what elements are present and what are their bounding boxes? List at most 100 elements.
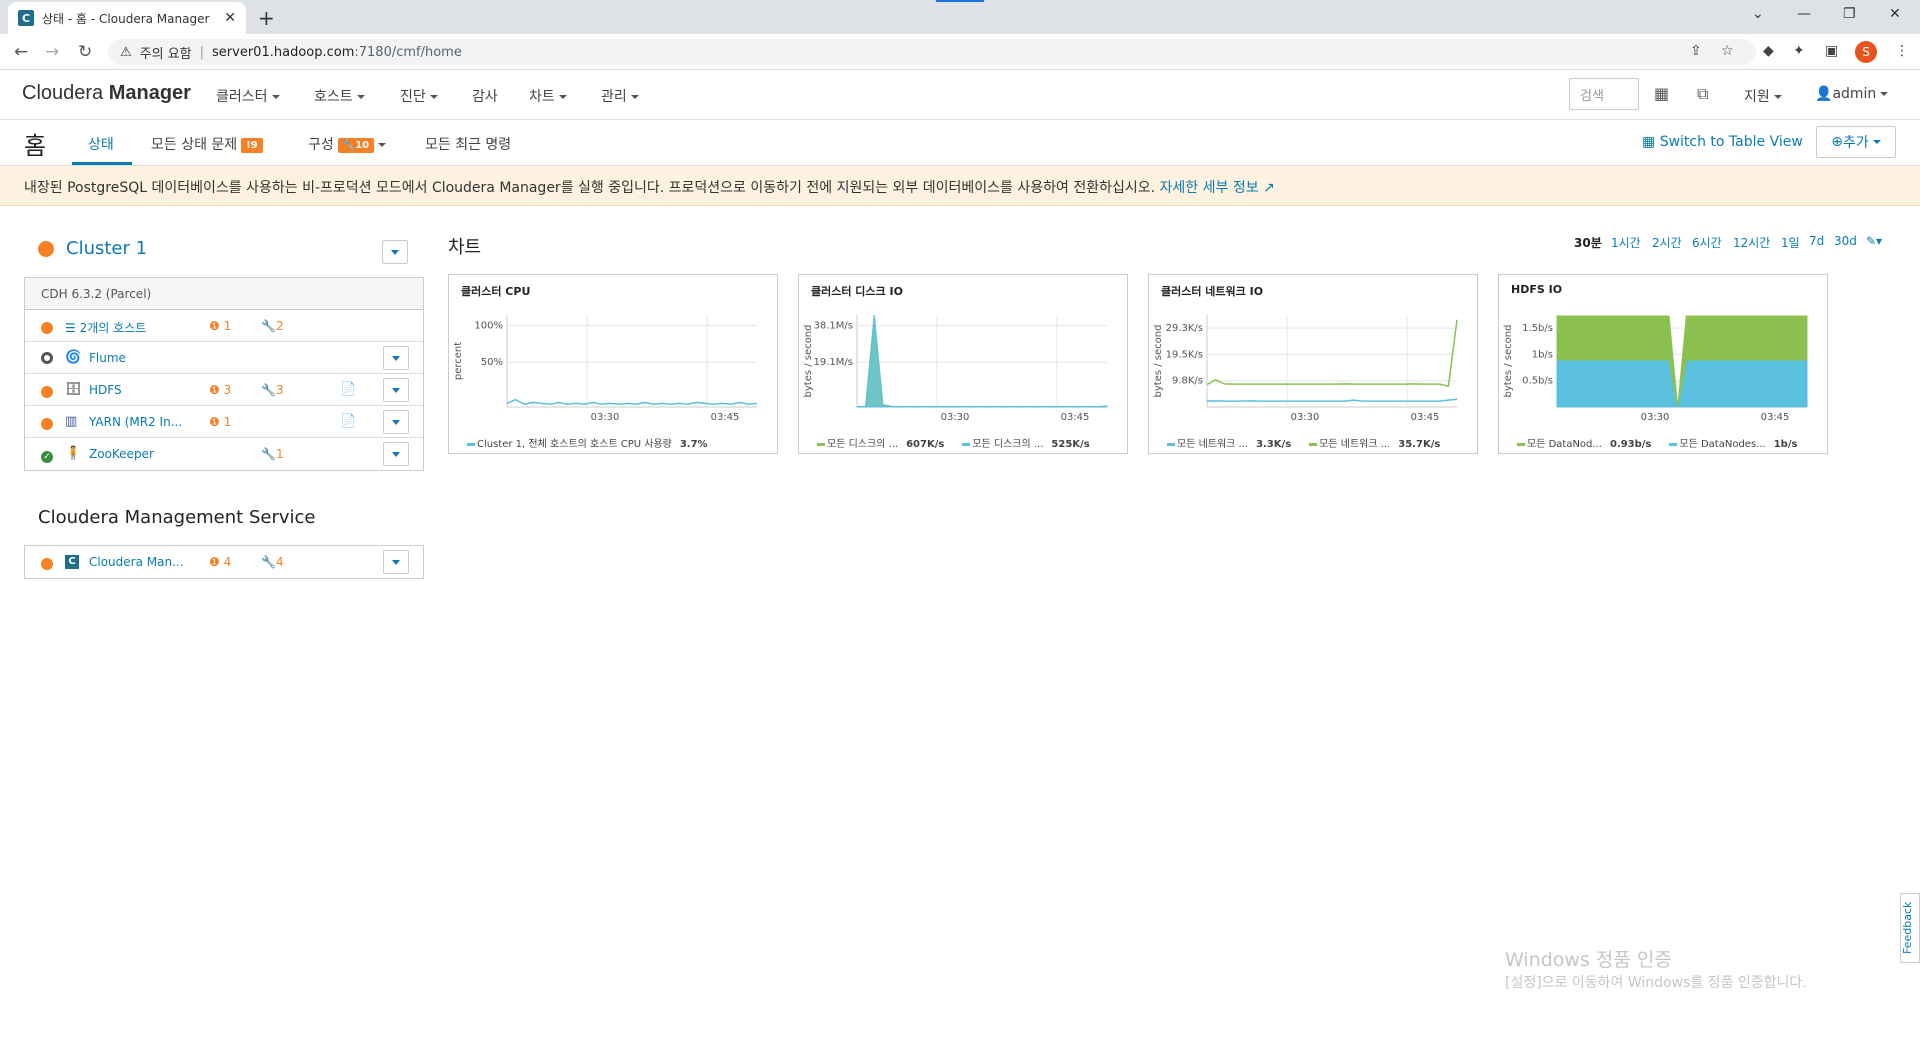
edit-charts-icon[interactable]: ✎▾ xyxy=(1866,234,1882,248)
chart-hdfs-io[interactable]: HDFS IO 03:30 03:45 1.5b/s 1b/s 0.5b/s bytes … xyxy=(1498,274,1828,454)
running-commands-icon[interactable]: ⧉ xyxy=(1697,84,1708,104)
legend-item[interactable]: 모든 DataNod... 0.93b/s xyxy=(1517,439,1651,450)
hdfs-actions-button[interactable] xyxy=(383,378,409,402)
add-button[interactable]: ⊕ 추가 xyxy=(1816,126,1896,158)
alert-count: 4 xyxy=(223,555,232,569)
chart-legend: 모든 디스크의 ... 607K/s 모든 디스크의 ... 525K/s xyxy=(799,435,1129,450)
legend-item[interactable]: 모든 DataNodes... 1b/s xyxy=(1669,439,1797,450)
zookeeper-link[interactable]: ZooKeeper xyxy=(89,447,154,461)
yarn-link[interactable]: YARN (MR2 In... xyxy=(89,415,182,429)
chevron-down-icon xyxy=(558,95,567,99)
zookeeper-actions-button[interactable] xyxy=(383,442,409,466)
extension-icon[interactable]: ◆ xyxy=(1763,43,1774,59)
config-issue-count[interactable]: 🔧1 xyxy=(261,447,284,461)
range-1d[interactable]: 1일 xyxy=(1781,234,1800,251)
range-30m[interactable]: 30분 xyxy=(1574,234,1602,251)
bookmark-star-icon[interactable]: ☆ xyxy=(1721,43,1734,59)
feedback-tab[interactable]: Feedback xyxy=(1900,893,1920,963)
cloudera-manager-logo[interactable]: Cloudera Manager xyxy=(22,82,191,105)
legend-swatch xyxy=(1669,442,1678,446)
legend-item[interactable]: 모든 디스크의 ... 525K/s xyxy=(962,439,1090,450)
browser-menu-icon[interactable]: ⋮ xyxy=(1895,43,1909,59)
cluster-actions-button[interactable] xyxy=(382,240,408,264)
browser-tab[interactable]: C 상태 - 홈 - Cloudera Manager ✕ xyxy=(8,2,246,34)
hdfs-link[interactable]: HDFS xyxy=(89,383,122,397)
puzzle-icon[interactable]: ✦ xyxy=(1793,43,1805,59)
tab-search-icon[interactable]: ⌄ xyxy=(1752,6,1764,22)
range-2h[interactable]: 2시간 xyxy=(1652,234,1682,251)
x-tick-label: 03:45 xyxy=(1061,412,1090,423)
browser-tabbar: C 상태 - 홈 - Cloudera Manager ✕ + ⌄ — ❐ ✕ xyxy=(0,0,1920,34)
side-panel-icon[interactable]: ▣ xyxy=(1825,43,1838,59)
status-warning-icon xyxy=(41,384,53,398)
hosts-label: 2개의 호스트 xyxy=(79,321,147,335)
series-line xyxy=(506,398,758,406)
switch-table-view-label: Switch to Table View xyxy=(1659,134,1803,150)
health-alert-count[interactable]: ❶ 4 xyxy=(209,555,231,569)
reload-icon[interactable]: ↻ xyxy=(78,42,92,62)
forward-icon[interactable]: → xyxy=(45,42,59,62)
chart-cluster-disk-io[interactable]: 클러스터 디스크 IO 03:30 03:45 38.1M/s 19.1M/s byte… xyxy=(798,274,1128,454)
cloudera-mgmt-link[interactable]: Cloudera Man... xyxy=(89,555,184,569)
config-issue-count[interactable]: 🔧3 xyxy=(261,383,284,397)
yarn-actions-button[interactable] xyxy=(383,410,409,434)
tab-all-issues-label: 모든 상태 문제 xyxy=(151,137,238,153)
menu-user[interactable]: 👤admin xyxy=(1815,86,1889,102)
menu-hosts-label: 호스트 xyxy=(314,89,353,105)
range-7d[interactable]: 7d xyxy=(1809,234,1824,248)
switch-table-view-link[interactable]: ▦ Switch to Table View xyxy=(1642,134,1803,150)
flume-actions-button[interactable] xyxy=(383,346,409,370)
menu-hosts[interactable]: 호스트 xyxy=(314,86,365,106)
stale-config-icon[interactable]: 📄 xyxy=(340,414,356,429)
legend-item[interactable]: 모든 디스크의 ... 607K/s xyxy=(817,439,944,450)
tab-config[interactable]: 구성 🔧10 xyxy=(308,134,387,154)
menu-clusters[interactable]: 클러스터 xyxy=(216,86,280,106)
x-tick-label: 03:30 xyxy=(591,412,620,423)
restore-icon[interactable]: ❐ xyxy=(1843,6,1856,22)
chart-plot: 03:30 03:45 38.1M/s 19.1M/sbytes / second xyxy=(803,314,1108,423)
back-icon[interactable]: ← xyxy=(14,42,28,62)
menu-audit[interactable]: 감사 xyxy=(472,86,498,106)
cluster-name-link[interactable]: Cluster 1 xyxy=(66,238,147,259)
range-6h[interactable]: 6시간 xyxy=(1692,234,1722,251)
menu-diagnostics[interactable]: 진단 xyxy=(400,86,438,106)
menu-charts[interactable]: 차트 xyxy=(529,86,567,106)
hosts-link[interactable]: ☰ 2개의 호스트 xyxy=(65,319,146,336)
share-icon[interactable]: ⇪ xyxy=(1690,43,1702,59)
legend-name: 모든 디스크의 ... xyxy=(827,439,899,450)
stale-config-icon[interactable]: 📄 xyxy=(340,382,356,397)
new-tab-icon[interactable]: + xyxy=(258,6,275,30)
health-alert-count[interactable]: ❶ 1 xyxy=(209,415,231,429)
config-issue-count[interactable]: 🔧2 xyxy=(261,319,284,333)
health-alert-count[interactable]: ❶ 1 xyxy=(209,319,231,333)
flume-link[interactable]: Flume xyxy=(89,351,126,365)
legend-swatch xyxy=(1309,442,1318,446)
legend-item[interactable]: 모든 네트워크 ... 35.7K/s xyxy=(1309,439,1440,450)
minimize-icon[interactable]: — xyxy=(1797,6,1811,22)
y-tick-label: 19.5K/s xyxy=(1166,349,1203,360)
tab-recent-commands[interactable]: 모든 최근 명령 xyxy=(425,134,511,154)
parcel-icon[interactable]: ▦ xyxy=(1654,84,1669,103)
profile-avatar[interactable]: S xyxy=(1855,41,1877,63)
range-12h[interactable]: 12시간 xyxy=(1733,234,1770,251)
search-input[interactable]: 검색 xyxy=(1569,78,1639,110)
tab-all-issues[interactable]: 모든 상태 문제 !9 xyxy=(151,134,263,154)
mgmt-actions-button[interactable] xyxy=(383,550,409,574)
y-tick-label: 0.5b/s xyxy=(1522,376,1553,387)
range-1h[interactable]: 1시간 xyxy=(1611,234,1641,251)
health-alert-count[interactable]: ❶ 3 xyxy=(209,383,231,397)
window-close-icon[interactable]: ✕ xyxy=(1889,6,1901,22)
legend-item[interactable]: Cluster 1, 전체 호스트의 호스트 CPU 사용량 3.7% xyxy=(467,439,708,450)
close-tab-icon[interactable]: ✕ xyxy=(224,10,236,26)
config-issue-count[interactable]: 🔧4 xyxy=(261,555,284,569)
wrench-icon: 🔧 xyxy=(261,447,276,461)
banner-details-link[interactable]: 자세한 세부 정보 ↗ xyxy=(1160,180,1275,196)
chart-cluster-network-io[interactable]: 클러스터 네트워크 IO 03:30 03:45 29.3K/s 19.5K/s 9.8… xyxy=(1148,274,1478,454)
url-field[interactable]: ⚠ 주의 요함 | server01.hadoop.com:7180/cmf/h… xyxy=(108,39,1756,65)
chart-cluster-cpu[interactable]: 클러스터 CPU 03:30 03:45 100% 50% percent Cluste… xyxy=(448,274,778,454)
menu-support[interactable]: 지원 xyxy=(1744,86,1782,106)
legend-item[interactable]: 모든 네트워크 ... 3.3K/s xyxy=(1167,439,1291,450)
menu-admin[interactable]: 관리 xyxy=(601,86,639,106)
tab-status[interactable]: 상태 xyxy=(88,134,114,154)
range-30d[interactable]: 30d xyxy=(1834,234,1857,248)
